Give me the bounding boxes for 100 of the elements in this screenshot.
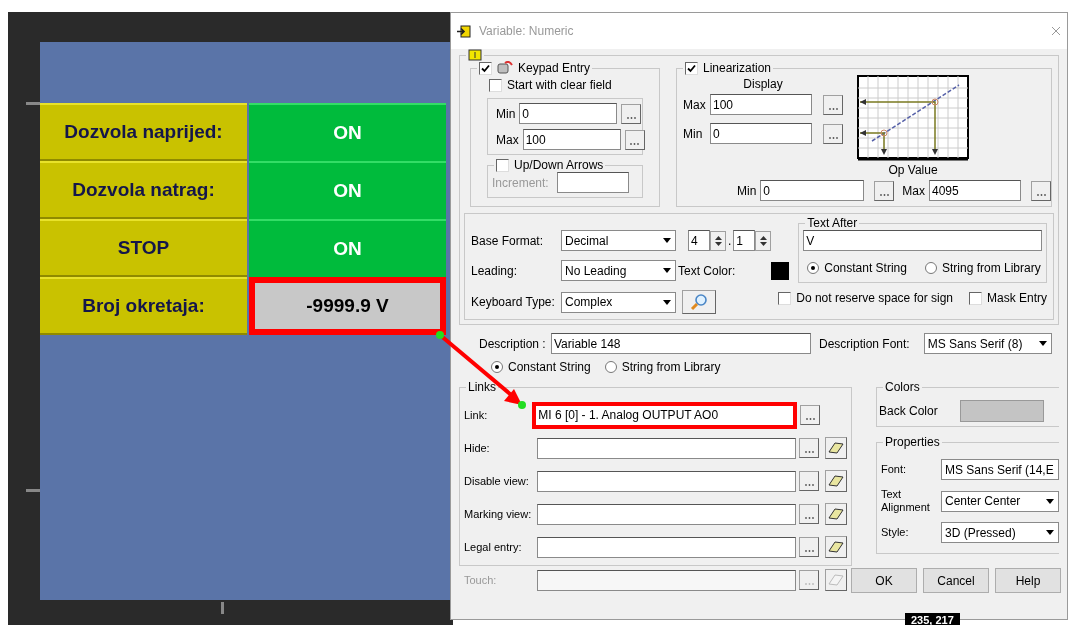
section-label: Display (743, 76, 783, 93)
input-field[interactable]: 100 (710, 94, 812, 115)
label-cell: Broj okretaja: (40, 277, 247, 335)
ellipsis-icon (630, 142, 640, 145)
field-label: Keyboard Type: (471, 294, 556, 311)
field-label: Text Color: (678, 262, 736, 280)
radio-button[interactable] (604, 361, 617, 373)
input-field[interactable]: 1 (733, 230, 756, 251)
label-cell: Dozvola naprijed: (40, 103, 247, 161)
value-cell: -9999.9 V (249, 277, 446, 335)
clear-button[interactable] (825, 470, 847, 492)
browse-button[interactable] (799, 537, 819, 557)
checkbox[interactable] (496, 158, 509, 172)
dropdown[interactable]: Complex (561, 291, 676, 313)
input-field[interactable]: 0 (760, 180, 865, 201)
browse-button[interactable] (799, 504, 819, 524)
field-label: Min (737, 182, 757, 200)
checkbox-label: Up/Down Arrows (514, 158, 604, 172)
ellipsis-icon (879, 193, 889, 196)
text-color-swatch[interactable] (771, 261, 790, 280)
input-field[interactable]: MI 6 [0] - 1. Analog OUTPUT AO0 (532, 401, 798, 429)
caret-icon (663, 299, 671, 305)
dropdown[interactable]: No Leading (561, 260, 676, 281)
dropdown[interactable]: MS Sans Serif (14,E (941, 459, 1059, 480)
dropdown[interactable]: 3D (Pressed) (941, 522, 1059, 543)
input-field[interactable]: 0 (519, 103, 618, 124)
field-label: Font: (881, 463, 908, 476)
input-field[interactable] (536, 470, 796, 492)
radio-label: String from Library (621, 359, 721, 376)
browse-button[interactable] (874, 180, 895, 201)
input-field[interactable]: Variable 148 (551, 333, 811, 354)
checkbox[interactable] (969, 291, 982, 305)
field-label: Min (496, 105, 516, 123)
browse-button[interactable] (823, 123, 843, 144)
field-label: Description : (479, 335, 547, 353)
radio-label: Constant String (824, 260, 907, 277)
value-cell: ON (249, 161, 446, 219)
input-field[interactable]: 4 (688, 230, 710, 251)
radio-button[interactable] (807, 262, 820, 274)
eraser-icon (828, 540, 844, 554)
field-label: Leading: (471, 262, 519, 280)
browse-button[interactable] (823, 94, 843, 115)
field-label: Touch: (464, 572, 498, 588)
field-label: Disable view: (464, 473, 530, 489)
caret-icon (1038, 341, 1047, 346)
field-label: Max (683, 96, 707, 114)
input-field[interactable]: 0 (710, 123, 812, 144)
spin-button[interactable] (755, 230, 772, 251)
back-color-swatch[interactable] (959, 400, 1044, 422)
eraser-icon (828, 474, 844, 488)
browse-button[interactable] (800, 405, 821, 425)
dropdown[interactable]: MS Sans Serif (8) (923, 333, 1052, 354)
radio-button[interactable] (924, 262, 937, 274)
dialog-button[interactable]: Cancel (923, 568, 989, 593)
checkbox-label: Start with clear field (507, 77, 612, 94)
browse-button[interactable] (624, 129, 645, 150)
input-field[interactable]: 100 (522, 129, 621, 150)
keypad-icon (497, 61, 513, 75)
magnifier-icon (690, 293, 708, 311)
checkbox[interactable] (778, 291, 792, 305)
browse-button[interactable] (621, 103, 642, 124)
separator-label: . (728, 232, 732, 250)
input-field[interactable] (536, 536, 796, 558)
input-field[interactable] (556, 172, 629, 193)
checkbox-label: Mask Entry (987, 290, 1047, 307)
page-tab-icon (468, 49, 482, 61)
dropdown[interactable]: Decimal (561, 230, 676, 251)
field-label: Legal entry: (464, 539, 523, 555)
dialog-button[interactable]: OK (851, 568, 917, 593)
caret-icon (663, 268, 671, 273)
browse-button[interactable] (799, 438, 819, 458)
ellipsis-icon (828, 136, 838, 139)
close-icon[interactable] (1051, 26, 1061, 36)
browse-button[interactable] (799, 471, 819, 491)
input-field[interactable] (536, 437, 796, 459)
input-field[interactable] (536, 503, 796, 525)
spin-button[interactable] (710, 230, 726, 251)
clear-button[interactable] (825, 503, 847, 525)
clear-button[interactable] (825, 437, 847, 459)
checkbox[interactable] (489, 78, 502, 92)
dialog-button[interactable]: Help (995, 568, 1061, 593)
clear-button[interactable] (825, 536, 847, 558)
radio-button[interactable] (491, 361, 503, 373)
checkbox[interactable] (479, 61, 492, 75)
ruler-mark (221, 602, 224, 614)
input-field[interactable]: V (803, 230, 1042, 251)
spin-arrows-icon (759, 234, 767, 247)
field-label: Marking view: (464, 506, 533, 522)
field-label: Max (496, 131, 519, 149)
checkbox[interactable] (685, 61, 698, 75)
dropdown[interactable]: Center Center (941, 490, 1059, 512)
keyboard-preview-button[interactable] (682, 290, 716, 314)
section-label: Op Value (888, 162, 938, 179)
cursor-coordinates: 235, 217 (905, 613, 960, 625)
field-label: Min (683, 125, 704, 143)
input-field[interactable]: 4095 (929, 180, 1021, 201)
window-icon (457, 24, 471, 38)
eraser-icon (828, 507, 844, 521)
eraser-icon (828, 573, 844, 587)
browse-button[interactable] (1031, 180, 1051, 201)
